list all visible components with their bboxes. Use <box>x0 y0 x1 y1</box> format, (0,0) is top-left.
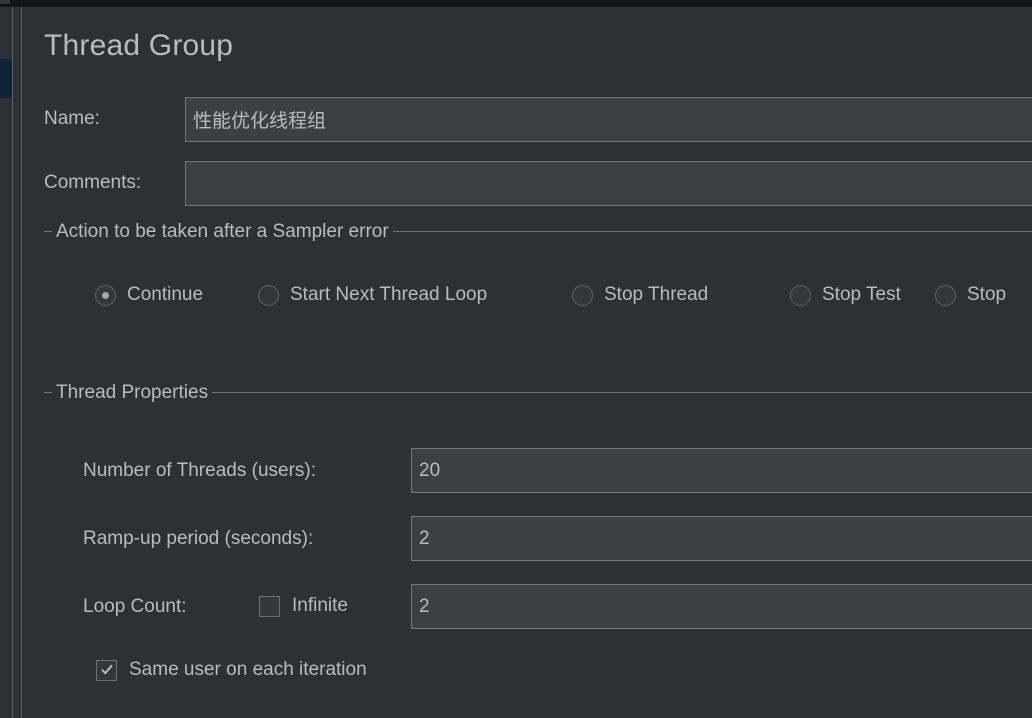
radio-icon-stop-thread[interactable] <box>572 284 593 306</box>
radio-option-stop-test[interactable]: Stop Test <box>790 284 901 306</box>
radio-option-start-next-thread-loop[interactable]: Start Next Thread Loop <box>258 284 487 306</box>
thread-properties-group-tick <box>44 392 52 393</box>
window-corner-notch <box>0 0 10 4</box>
config-panel: Thread Group Name: 性能优化线程组 Comments: Act… <box>22 7 1032 718</box>
number-of-threads-label: Number of Threads (users): <box>83 460 317 481</box>
number-of-threads-input[interactable]: 20 <box>411 448 1032 493</box>
radio-label-stop-test: Stop Test <box>822 284 901 305</box>
window-top-chrome <box>0 0 1032 7</box>
same-user-label: Same user on each iteration <box>129 659 367 680</box>
same-user-checkbox-item[interactable]: Same user on each iteration <box>96 659 367 681</box>
name-label: Name: <box>44 108 100 129</box>
radio-option-continue[interactable]: Continue <box>95 284 203 306</box>
checkbox-icon-same-user[interactable] <box>96 659 117 681</box>
loop-count-label: Loop Count: <box>83 596 187 617</box>
test-plan-tree-strip[interactable] <box>0 7 12 718</box>
ramp-up-period-input[interactable]: 2 <box>411 516 1032 561</box>
comments-label: Comments: <box>44 172 142 193</box>
name-input[interactable]: 性能优化线程组 <box>185 97 1032 142</box>
radio-icon-continue[interactable] <box>95 284 116 306</box>
radio-option-stop-test-now[interactable]: Stop <box>935 284 1006 306</box>
thread-group-config-window: Thread Group Name: 性能优化线程组 Comments: Act… <box>0 0 1032 718</box>
tree-selected-node-highlight[interactable] <box>0 59 12 98</box>
radio-icon-stop-test-now[interactable] <box>935 284 956 306</box>
radio-label-stop-test-now: Stop <box>967 284 1007 305</box>
sampler-error-group-title: Action to be taken after a Sampler error <box>52 221 393 243</box>
infinite-checkbox-item[interactable]: Infinite <box>259 595 348 617</box>
radio-label-stop-thread: Stop Thread <box>604 284 709 305</box>
thread-properties-group-title: Thread Properties <box>52 382 213 404</box>
radio-label-continue: Continue <box>127 284 204 305</box>
checkbox-icon-infinite[interactable] <box>259 595 280 617</box>
radio-icon-stop-test[interactable] <box>790 284 811 306</box>
ramp-up-period-label: Ramp-up period (seconds): <box>83 528 314 549</box>
radio-icon-start-next-thread-loop[interactable] <box>258 284 279 306</box>
sampler-error-group-tick <box>44 231 52 232</box>
loop-count-input[interactable]: 2 <box>411 584 1032 629</box>
radio-option-stop-thread[interactable]: Stop Thread <box>572 284 708 306</box>
comments-input[interactable] <box>185 161 1032 206</box>
infinite-label: Infinite <box>292 595 348 616</box>
check-tick-icon <box>101 664 112 675</box>
page-title: Thread Group <box>44 29 234 62</box>
panel-gutter <box>13 7 21 718</box>
radio-label-start-next-thread-loop: Start Next Thread Loop <box>290 284 488 305</box>
